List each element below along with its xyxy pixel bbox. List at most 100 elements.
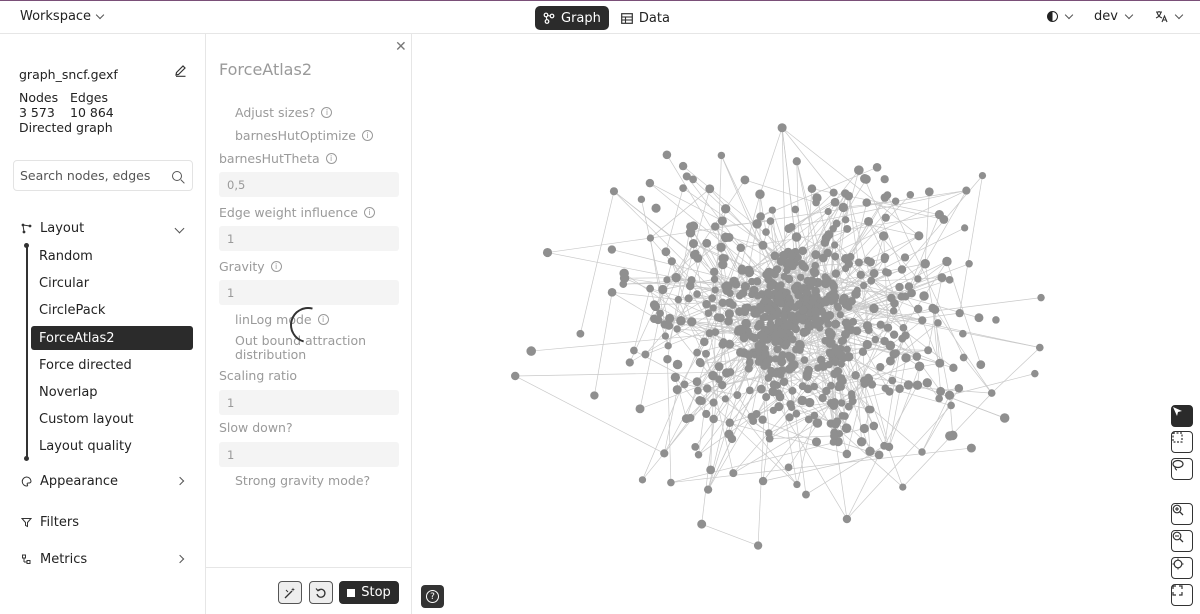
section-layout[interactable]: Layout [21, 221, 187, 236]
layout-item-noverlap[interactable]: Noverlap [31, 380, 193, 404]
gravity-label-row: Gravity i [219, 259, 282, 274]
barnes-hut-optimize-checkbox[interactable]: barnesHutOptimize i [235, 128, 373, 143]
reset-button[interactable] [309, 581, 333, 604]
slow-down-input[interactable]: 1 [219, 442, 399, 467]
rectangle-select-button[interactable] [1171, 431, 1193, 453]
contrast-icon [1047, 11, 1059, 22]
edge-weight-label: Edge weight influence [219, 205, 358, 220]
select-tool-button[interactable] [1171, 405, 1193, 427]
section-metrics-label: Metrics [40, 552, 88, 567]
user-menu[interactable]: dev [1094, 9, 1134, 24]
adjust-sizes-checkbox[interactable]: Adjust sizes? i [235, 105, 333, 120]
top-right-controls: dev [1047, 9, 1184, 24]
graph-icon [543, 12, 555, 24]
strong-gravity-checkbox[interactable]: Strong gravity mode? [235, 473, 370, 488]
stop-label: Stop [361, 585, 391, 600]
zoom-out-icon [1172, 531, 1184, 543]
info-icon[interactable]: i [270, 261, 282, 272]
panel-footer-divider [206, 567, 412, 568]
layout-item-random[interactable]: Random [31, 244, 193, 268]
layout-item-circlepack[interactable]: CirclePack [31, 298, 193, 322]
graph-nodes[interactable] [510, 123, 1045, 550]
search-input[interactable] [20, 168, 168, 183]
info-icon[interactable]: i [325, 153, 337, 164]
auto-settings-button[interactable] [278, 581, 302, 604]
gravity-input[interactable]: 1 [219, 280, 399, 305]
scaling-ratio-input[interactable]: 1 [219, 390, 399, 415]
help-icon: ? [426, 590, 439, 603]
center-view-button[interactable] [1171, 557, 1193, 579]
close-icon[interactable]: ✕ [395, 39, 407, 55]
section-layout-label: Layout [40, 221, 85, 236]
tab-data[interactable]: Data [613, 6, 678, 30]
info-icon[interactable]: i [321, 107, 333, 118]
tab-data-label: Data [638, 10, 670, 26]
fullscreen-icon [1172, 585, 1183, 596]
graph-type: Directed graph [19, 120, 113, 135]
theme-toggle[interactable] [1047, 10, 1074, 22]
layout-item-forceatlas2[interactable]: ForceAtlas2 [31, 326, 193, 350]
section-metrics[interactable]: Metrics [21, 552, 187, 567]
section-appearance[interactable]: Appearance [21, 474, 187, 489]
lasso-select-button[interactable] [1171, 458, 1193, 480]
barnes-hut-theta-label: barnesHutTheta [219, 151, 320, 166]
network-graph[interactable] [412, 34, 1200, 614]
fullscreen-button[interactable] [1171, 584, 1193, 606]
zoom-in-icon [1172, 504, 1184, 516]
layout-item-custom-layout[interactable]: Custom layout [31, 407, 193, 431]
edge-weight-input[interactable]: 1 [219, 226, 399, 251]
top-bar: Workspace Graph Data dev [0, 0, 1200, 34]
target-icon [1172, 558, 1184, 570]
section-filters-label: Filters [40, 515, 79, 530]
chevron-down-icon [95, 10, 105, 20]
chevron-down-icon [1174, 10, 1184, 20]
help-button[interactable]: ? [421, 585, 444, 608]
chevron-down-icon [1124, 10, 1134, 20]
barnes-hut-theta-input[interactable]: 0,5 [219, 172, 399, 197]
user-label: dev [1094, 9, 1118, 24]
panel-title: ForceAtlas2 [219, 60, 312, 79]
edges-count: 10 864 [70, 105, 114, 120]
language-menu[interactable] [1154, 10, 1184, 23]
layout-tree-line [24, 243, 29, 461]
layout-item-layout-quality[interactable]: Layout quality [31, 434, 193, 458]
tab-graph-label: Graph [561, 10, 601, 26]
adjust-sizes-label: Adjust sizes? [235, 105, 316, 120]
table-icon [620, 12, 633, 24]
magic-wand-icon [284, 587, 295, 598]
section-appearance-label: Appearance [40, 474, 119, 489]
edges-label: Edges [70, 90, 108, 105]
cursor-icon [1173, 407, 1182, 416]
zoom-out-button[interactable] [1171, 530, 1193, 552]
chevron-right-icon [175, 476, 185, 486]
metrics-icon [22, 554, 31, 564]
left-sidebar: graph_sncf.gexf Nodes Edges 3 573 10 864… [0, 34, 206, 614]
gravity-label: Gravity [219, 259, 265, 274]
barnes-hut-optimize-label: barnesHutOptimize [235, 128, 356, 143]
info-icon[interactable]: i [363, 207, 375, 218]
palette-icon [21, 476, 32, 487]
section-filters[interactable]: Filters [21, 515, 187, 530]
reset-icon [315, 587, 326, 598]
layout-item-circular[interactable]: Circular [31, 271, 193, 295]
stop-button[interactable]: Stop [339, 581, 399, 604]
chevron-down-icon [174, 223, 185, 234]
view-tabs: Graph Data [535, 6, 678, 30]
edit-icon[interactable] [174, 64, 187, 81]
graph-canvas[interactable]: ? [412, 34, 1200, 614]
search-box [13, 160, 193, 191]
forceatlas2-settings-panel: ForceAtlas2 ✕ Adjust sizes? i barnesHutO… [206, 34, 412, 614]
scaling-ratio-label: Scaling ratio [219, 368, 298, 383]
chevron-right-icon [175, 554, 185, 564]
slow-down-label: Slow down? [219, 420, 293, 435]
strong-gravity-label: Strong gravity mode? [235, 473, 371, 488]
layout-item-force-directed[interactable]: Force directed [31, 353, 193, 377]
tab-graph[interactable]: Graph [535, 6, 609, 30]
marquee-icon [1172, 432, 1183, 443]
workspace-menu[interactable]: Workspace [20, 9, 105, 24]
edge-weight-label-row: Edge weight influence i [219, 205, 375, 220]
search-icon[interactable] [172, 170, 182, 181]
graph-stats: Nodes Edges 3 573 10 864 Directed graph [19, 90, 114, 135]
info-icon[interactable]: i [361, 130, 373, 141]
zoom-in-button[interactable] [1171, 503, 1193, 525]
